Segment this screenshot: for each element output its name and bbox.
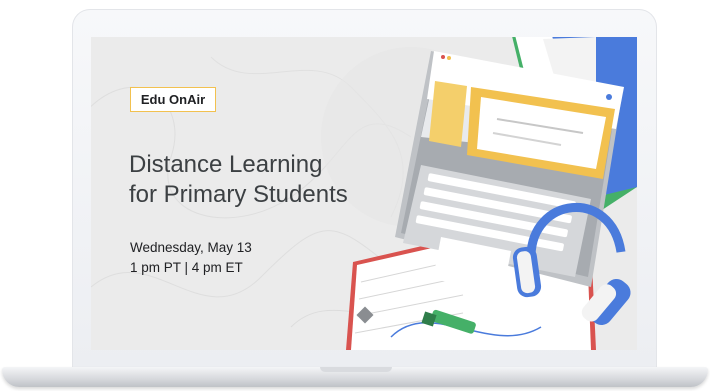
laptop-base-notch [320,367,392,372]
event-banner: Edu OnAir Distance Learning for Primary … [91,37,637,350]
study-desk-illustration [346,37,637,350]
